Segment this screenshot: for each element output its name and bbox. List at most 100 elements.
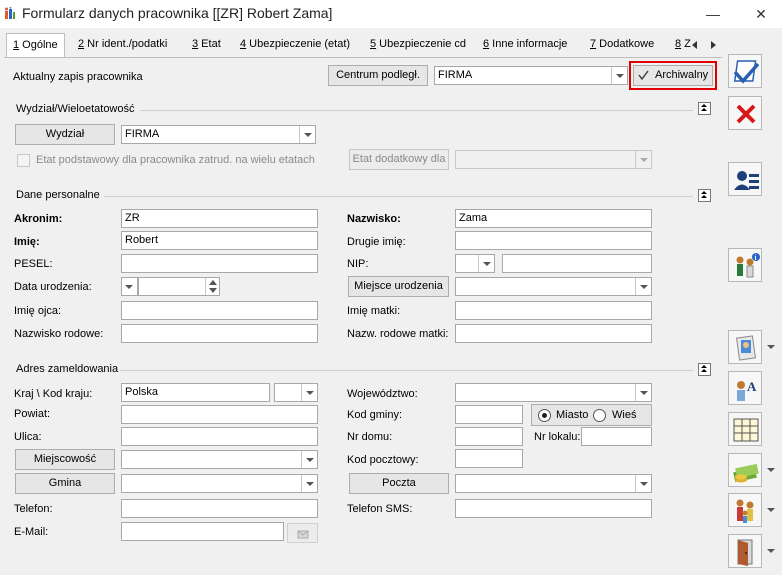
tab-ubezpieczenie-etat[interactable]: 4 Ubezpieczenie (etat) <box>234 33 356 56</box>
table-button[interactable] <box>728 412 762 446</box>
miejsce-urodzenia-button[interactable]: Miejsce urodzenia <box>348 276 449 297</box>
people-info-button[interactable]: i <box>728 248 762 282</box>
imie-input[interactable]: Robert <box>121 231 318 250</box>
archiwalny-label: Archiwalny <box>655 69 709 81</box>
section-title-dane: Dane personalne <box>16 189 100 201</box>
employee-card-icon <box>734 171 759 190</box>
telefon-sms-input[interactable] <box>455 499 652 518</box>
miasto-radio[interactable] <box>538 409 551 422</box>
nr-lokalu-label: Nr lokalu: <box>534 431 581 443</box>
imie-matki-input[interactable] <box>455 301 652 320</box>
family-dropdown-icon[interactable] <box>764 493 778 527</box>
tab-scroll-left-icon[interactable] <box>692 41 698 49</box>
checkmark-icon <box>638 70 649 81</box>
etat-dodatkowy-button[interactable]: Etat dodatkowy dla <box>349 149 449 170</box>
tab-dodatkowe[interactable]: 7 Dodatkowe <box>584 33 660 56</box>
photo-icon <box>735 335 757 361</box>
nr-lokalu-input[interactable] <box>581 427 652 446</box>
photo-button[interactable] <box>728 330 762 364</box>
pesel-input[interactable] <box>121 254 318 273</box>
date-spinner[interactable] <box>205 278 219 295</box>
collapse-wydzial-icon[interactable] <box>698 102 711 115</box>
centrum-select[interactable]: FIRMA <box>434 66 628 85</box>
miejscowosc-button[interactable]: Miejscowość <box>15 449 115 470</box>
door-icon <box>737 539 753 566</box>
tab-ogolne[interactable]: 1 Ogólne <box>6 33 65 57</box>
money-icon <box>733 463 759 483</box>
archiwalny-checkbox[interactable]: Archiwalny <box>633 65 713 86</box>
close-window-button[interactable]: ✕ <box>750 4 772 24</box>
data-urodzenia-dropdown[interactable] <box>121 277 138 296</box>
telefon-label: Telefon: <box>14 503 53 515</box>
data-urodzenia-input[interactable] <box>138 277 220 296</box>
miejsce-urodzenia-select[interactable] <box>455 277 652 296</box>
nazwisko-input[interactable]: Zama <box>455 209 652 228</box>
section-divider <box>104 196 693 197</box>
kod-kraju-select[interactable] <box>274 383 318 402</box>
kod-gminy-input[interactable] <box>455 405 523 424</box>
tab-etat[interactable]: 3 Etat <box>186 33 227 56</box>
gmina-button[interactable]: Gmina <box>15 473 115 494</box>
kraj-input[interactable]: Polska <box>121 383 270 402</box>
etat-podstawowy-checkbox[interactable] <box>17 154 30 167</box>
centrum-value: FIRMA <box>438 69 473 81</box>
wies-radio[interactable] <box>593 409 606 422</box>
aktualny-zapis-label: Aktualny zapis pracownika <box>13 71 143 83</box>
collapse-adres-icon[interactable] <box>698 363 711 376</box>
family-icon <box>736 499 754 523</box>
cancel-button[interactable] <box>728 96 762 130</box>
door-dropdown-icon[interactable] <box>764 534 778 568</box>
money-button[interactable] <box>728 453 762 487</box>
money-dropdown-icon[interactable] <box>764 453 778 487</box>
kod-gminy-label: Kod gminy: <box>347 409 403 421</box>
save-icon <box>733 60 760 84</box>
email-label: E-Mail: <box>14 526 49 538</box>
poczta-button[interactable]: Poczta <box>349 473 449 494</box>
spin-up-icon[interactable] <box>209 280 217 285</box>
wydzial-select[interactable]: FIRMA <box>121 125 316 144</box>
tab-nr-ident[interactable]: 2 Nr ident./podatki <box>72 33 173 56</box>
minimize-button[interactable]: — <box>702 4 724 24</box>
imie-ojca-input[interactable] <box>121 301 318 320</box>
section-divider <box>140 110 693 111</box>
tab-scroll-right-icon[interactable] <box>711 41 717 49</box>
email-input[interactable] <box>121 522 284 541</box>
app-icon <box>5 7 15 19</box>
nazwisko-rodowe-input[interactable] <box>121 324 318 343</box>
save-button[interactable] <box>728 54 762 88</box>
person-text-button[interactable]: A <box>728 371 762 405</box>
chevron-down-icon <box>611 67 627 84</box>
spin-down-icon[interactable] <box>209 288 217 293</box>
door-button[interactable] <box>728 534 762 568</box>
wojewodztwo-select[interactable] <box>455 383 652 402</box>
nip-input[interactable] <box>502 254 652 273</box>
employee-card-button[interactable] <box>728 162 762 196</box>
nip-prefix-select[interactable] <box>455 254 495 273</box>
chevron-down-icon <box>635 278 651 295</box>
pesel-label: PESEL: <box>14 258 53 270</box>
ulica-input[interactable] <box>121 427 318 446</box>
nazw-rodowe-matki-input[interactable] <box>455 324 652 343</box>
powiat-input[interactable] <box>121 405 318 424</box>
drugie-imie-input[interactable] <box>455 231 652 250</box>
send-email-button[interactable] <box>287 523 318 543</box>
kod-pocztowy-input[interactable] <box>455 449 523 468</box>
imie-label: Imię: <box>14 236 40 248</box>
nr-domu-label: Nr domu: <box>347 431 393 443</box>
poczta-select[interactable] <box>455 474 652 493</box>
centrum-podleglosci-button[interactable]: Centrum podległ. <box>328 65 428 86</box>
tab-ubezpieczenie-cd[interactable]: 5 Ubezpieczenie cd <box>364 33 472 56</box>
miejscowosc-select[interactable] <box>121 450 318 469</box>
wydzial-value: FIRMA <box>125 128 160 140</box>
photo-dropdown-icon[interactable] <box>764 330 778 364</box>
akronim-input[interactable]: ZR <box>121 209 318 228</box>
wydzial-button[interactable]: Wydział <box>15 124 115 145</box>
tab-inne-informacje[interactable]: 6 Inne informacje <box>477 33 573 56</box>
gmina-select[interactable] <box>121 474 318 493</box>
etat-dodatkowy-select[interactable] <box>455 150 652 169</box>
nip-label: NIP: <box>347 258 369 270</box>
collapse-dane-icon[interactable] <box>698 189 711 202</box>
nr-domu-input[interactable] <box>455 427 523 446</box>
family-button[interactable] <box>728 493 762 527</box>
telefon-input[interactable] <box>121 499 318 518</box>
